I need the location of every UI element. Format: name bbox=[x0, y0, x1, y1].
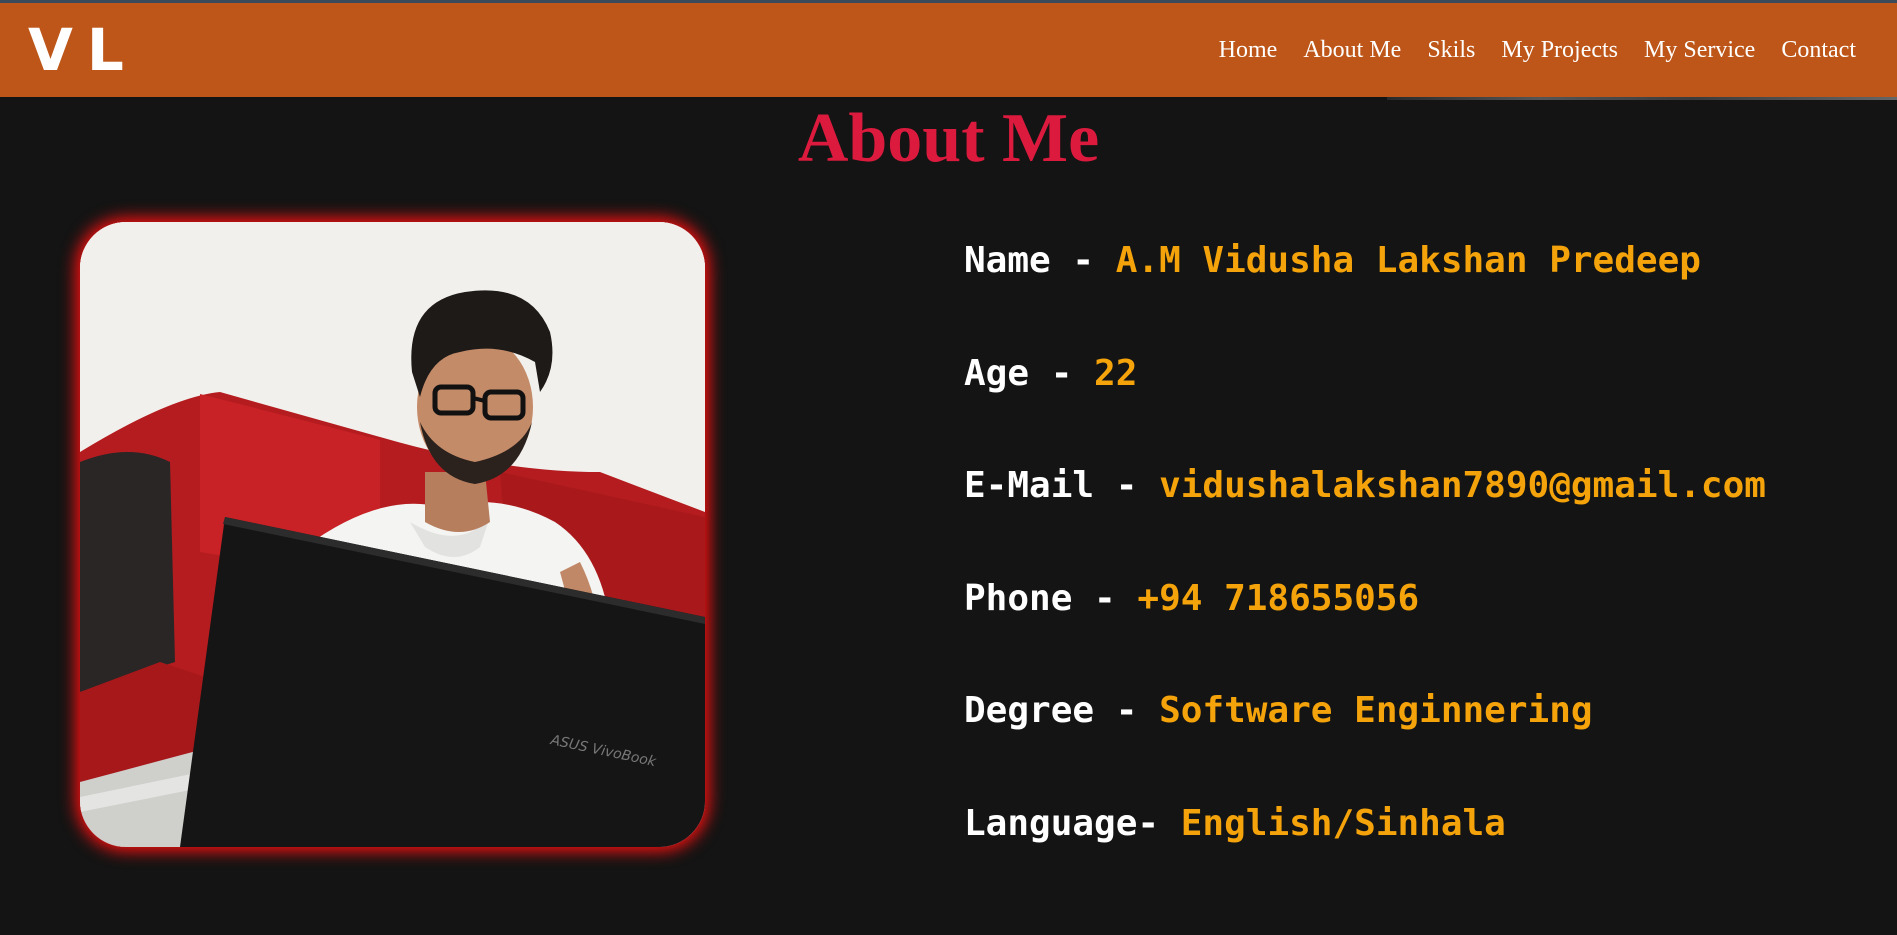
info-value: Software Enginnering bbox=[1159, 690, 1593, 731]
profile-photo: ASUS VivoBook bbox=[80, 222, 705, 847]
info-label: Phone - bbox=[964, 577, 1138, 619]
info-value: vidushalakshan7890@gmail.com bbox=[1159, 465, 1766, 506]
info-label: Language- bbox=[964, 802, 1181, 844]
info-row-name: Name - A.M Vidusha Lakshan Predeep bbox=[964, 240, 1766, 353]
info-value: English/Sinhala bbox=[1180, 802, 1506, 844]
info-label: E-Mail - bbox=[964, 465, 1160, 506]
info-value: 22 bbox=[1094, 352, 1138, 394]
nav-link-skills[interactable]: Skils bbox=[1427, 37, 1475, 64]
info-row-phone: Phone - +94 718655056 bbox=[964, 578, 1766, 691]
nav-menu: Home About Me Skils My Projects My Servi… bbox=[1219, 37, 1856, 64]
nav-link-service[interactable]: My Service bbox=[1644, 37, 1755, 64]
nav-link-projects[interactable]: My Projects bbox=[1501, 37, 1618, 64]
about-section-title: About Me bbox=[797, 100, 1100, 177]
info-row-degree: Degree - Software Enginnering bbox=[964, 690, 1766, 803]
info-row-age: Age - 22 bbox=[964, 353, 1766, 466]
nav-link-home[interactable]: Home bbox=[1219, 37, 1278, 64]
info-value: +94 718655056 bbox=[1137, 577, 1420, 619]
info-label: Name - bbox=[964, 240, 1116, 281]
nav-bottom-strip bbox=[1387, 97, 1897, 100]
site-logo[interactable]: VL bbox=[28, 21, 138, 79]
navbar: VL Home About Me Skils My Projects My Se… bbox=[0, 3, 1897, 97]
info-label: Degree - bbox=[964, 690, 1160, 731]
info-row-email: E-Mail - vidushalakshan7890@gmail.com bbox=[964, 465, 1766, 578]
info-value: A.M Vidusha Lakshan Predeep bbox=[1115, 240, 1701, 281]
info-row-language: Language- English/Sinhala bbox=[964, 803, 1766, 916]
info-label: Age - bbox=[964, 352, 1095, 394]
nav-link-about[interactable]: About Me bbox=[1303, 37, 1401, 64]
about-info-list: Name - A.M Vidusha Lakshan Predeep Age -… bbox=[964, 240, 1766, 915]
nav-link-contact[interactable]: Contact bbox=[1781, 37, 1856, 64]
